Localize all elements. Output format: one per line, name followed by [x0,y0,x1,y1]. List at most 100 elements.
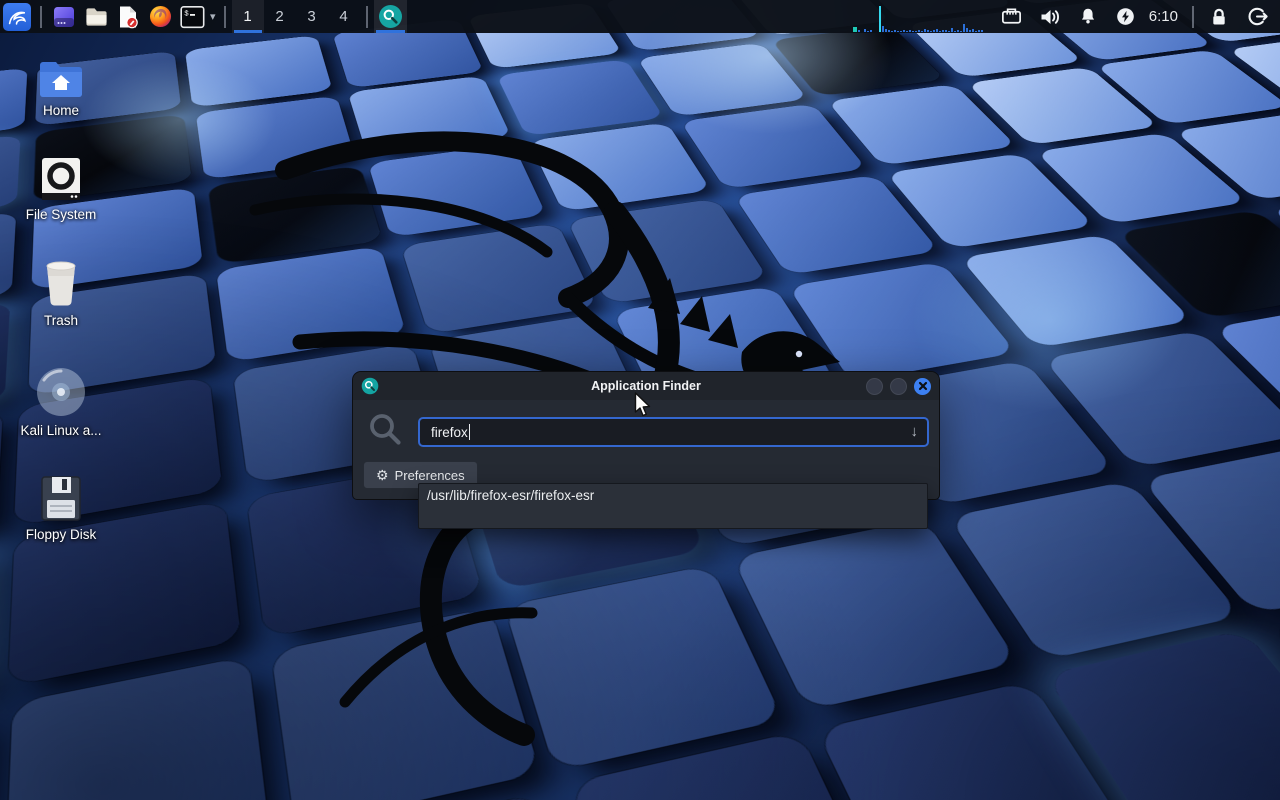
floppy-disk-icon [38,474,84,522]
optical-disc-icon [35,366,87,418]
graph-bar [894,30,896,32]
graph-bar [939,31,941,32]
graph-bar [864,29,866,32]
network-icon [1000,5,1023,28]
workspace-3[interactable]: 3 [296,0,328,33]
search-icon [378,4,403,29]
graph-bar [885,29,887,32]
completion-item[interactable]: /usr/lib/firefox-esr/firefox-esr [419,484,927,507]
graph-bar [951,28,953,32]
gear-icon: ⚙ [376,467,389,484]
close-icon [918,381,928,391]
graph-bar [903,30,905,32]
graph-bar [900,31,902,32]
close-button[interactable] [914,378,931,395]
file-manager-icon [85,6,108,28]
panel-separator [40,6,42,28]
workspace-2[interactable]: 2 [264,0,296,33]
application-finder-window: Application Finder firefox ↓ ⚙ Preferenc… [352,371,940,500]
desktop-icon-home[interactable]: Home [8,58,114,118]
logout-button[interactable] [1244,0,1270,33]
graph-bar [975,31,977,32]
graph-bar [927,30,929,32]
clock[interactable]: 6:10 [1149,8,1178,25]
desktop-icon-trash[interactable]: Trash [8,260,114,328]
graph-bar [963,24,965,32]
maximize-button[interactable] [890,378,907,395]
graph-bar [879,6,881,32]
graph-bar [945,30,947,32]
graph-bar [897,31,899,32]
launcher-window-buttons[interactable] [49,2,79,32]
graph-bar [960,31,962,32]
firefox-icon [149,5,172,28]
text-caret [469,424,470,440]
workspace-4[interactable]: 4 [328,0,360,33]
applications-menu-button[interactable] [3,3,31,31]
power-manager-tray-button[interactable] [1113,0,1139,33]
svg-text:$: $ [184,10,189,18]
titlebar[interactable]: Application Finder [353,372,939,400]
panel-separator [224,6,226,28]
notifications-tray-button[interactable] [1075,0,1101,33]
lock-screen-button[interactable] [1206,0,1232,33]
search-input[interactable]: firefox ↓ [418,417,929,447]
network-tray-button[interactable] [999,0,1025,33]
desktop-icon-file-system[interactable]: File System [8,156,114,222]
graph-bar [942,30,944,32]
bell-icon [1077,6,1099,28]
graph-bar [915,31,917,32]
launcher-file-manager[interactable] [81,2,111,32]
system-monitor-graph[interactable] [853,0,993,33]
workspace-label: 3 [307,8,315,25]
chevron-down-icon[interactable]: ▾ [210,10,216,23]
launcher-text-editor[interactable] [113,2,143,32]
volume-tray-button[interactable] [1037,0,1063,33]
dropdown-arrow-icon[interactable]: ↓ [911,423,919,440]
workspace-label: 4 [339,8,347,25]
desktop-icon-label: Kali Linux a... [8,423,114,438]
graph-bar [954,31,956,32]
launcher-terminal[interactable]: $ [177,2,207,32]
top-panel: $ ▾ 1 2 3 4 [0,0,1280,33]
graph-bar [948,31,950,32]
logout-icon [1246,5,1269,28]
minimize-button[interactable] [866,378,883,395]
graph-bar [870,30,872,32]
power-manager-icon [1115,6,1136,27]
launcher-firefox[interactable] [145,2,175,32]
graph-bar [867,31,869,32]
desktop-icon-floppy-disk[interactable]: Floppy Disk [8,474,114,542]
volume-icon [1038,5,1062,29]
desktop-icon-label: Trash [8,313,114,328]
finder-body: firefox ↓ ⚙ Preferences /usr/lib/firefox… [353,400,939,500]
search-input-value: firefox [431,425,468,440]
workspace-1[interactable]: 1 [232,0,264,33]
trash-bin-icon [38,260,84,308]
panel-separator [1192,6,1194,28]
graph-bar [924,29,926,32]
lock-icon [1208,6,1230,28]
desktop-icon-kali-linux[interactable]: Kali Linux a... [8,366,114,438]
graph-bar [888,30,890,32]
graph-bar [966,28,968,32]
terminal-icon: $ [180,5,205,29]
graph-bar [930,31,932,32]
completion-dropdown: /usr/lib/firefox-esr/firefox-esr [418,483,928,529]
home-folder-icon [37,58,85,98]
graph-bar [909,30,911,32]
graph-bar [882,26,884,32]
hard-drive-icon [38,156,84,202]
graph-bar [933,30,935,32]
graph-bar [957,30,959,32]
workspace-label: 2 [275,8,283,25]
graph-bar [978,30,980,32]
graph-bar [918,30,920,32]
desktop-icon-label: File System [8,207,114,222]
application-finder-button[interactable] [374,0,407,33]
graph-bar [853,27,857,32]
graph-bar [891,31,893,32]
desktop-icon-label: Home [8,103,114,118]
panel-separator [366,6,368,28]
graph-bar [969,30,971,32]
